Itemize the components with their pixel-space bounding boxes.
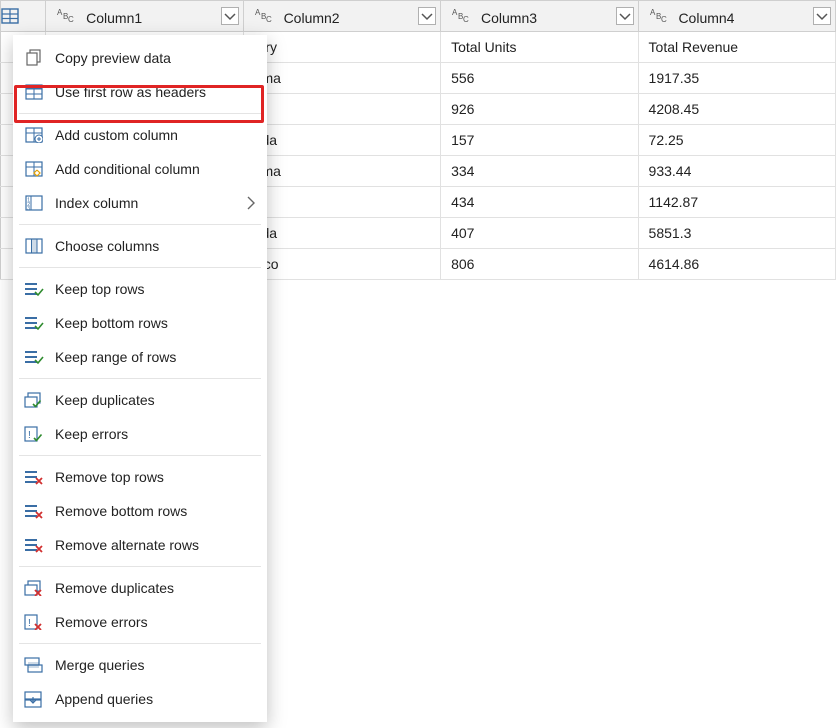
keep-duplicates-icon — [23, 392, 45, 408]
remove-rows-icon — [23, 469, 45, 485]
menu-remove-errors[interactable]: Remove errors — [13, 605, 267, 639]
filter-button[interactable] — [418, 7, 436, 25]
filter-button[interactable] — [221, 7, 239, 25]
cell[interactable]: 5851.3 — [638, 218, 835, 249]
custom-column-icon — [23, 127, 45, 143]
menu-add-conditional-column[interactable]: Add conditional column — [13, 152, 267, 186]
cell[interactable]: ama — [243, 156, 440, 187]
cell[interactable]: 806 — [441, 249, 638, 280]
cell[interactable]: ntry — [243, 32, 440, 63]
menu-separator — [19, 267, 261, 268]
cell[interactable]: ada — [243, 125, 440, 156]
table-context-menu: Copy preview data Use first row as heade… — [13, 35, 267, 722]
menu-remove-top-rows[interactable]: Remove top rows — [13, 460, 267, 494]
index-column-icon — [23, 195, 45, 211]
menu-add-custom-column[interactable]: Add custom column — [13, 118, 267, 152]
keep-rows-icon — [23, 315, 45, 331]
append-icon — [23, 691, 45, 708]
cell[interactable]: 556 — [441, 63, 638, 94]
cell[interactable]: 4208.45 — [638, 94, 835, 125]
cell[interactable]: A — [243, 94, 440, 125]
menu-separator — [19, 455, 261, 456]
cell[interactable]: 407 — [441, 218, 638, 249]
keep-rows-icon — [23, 349, 45, 365]
cell[interactable]: 933.44 — [638, 156, 835, 187]
column-header[interactable]: Column3 — [441, 1, 638, 32]
cell[interactable]: A — [243, 187, 440, 218]
menu-choose-columns[interactable]: Choose columns — [13, 229, 267, 263]
keep-rows-icon — [23, 281, 45, 297]
copy-icon — [23, 49, 45, 67]
merge-icon — [23, 657, 45, 673]
remove-duplicates-icon — [23, 580, 45, 596]
column-header[interactable]: Column2 — [243, 1, 440, 32]
menu-append-queries[interactable]: Append queries — [13, 682, 267, 716]
filter-button[interactable] — [813, 7, 831, 25]
menu-keep-errors[interactable]: Keep errors — [13, 417, 267, 451]
filter-button[interactable] — [616, 7, 634, 25]
cell[interactable]: 72.25 — [638, 125, 835, 156]
cell[interactable]: 926 — [441, 94, 638, 125]
choose-columns-icon — [23, 238, 45, 254]
type-icon — [447, 7, 475, 23]
column-label: Column1 — [84, 10, 168, 26]
keep-errors-icon — [23, 426, 45, 442]
menu-keep-bottom-rows[interactable]: Keep bottom rows — [13, 306, 267, 340]
column-label: Column4 — [676, 10, 760, 26]
type-icon — [645, 7, 673, 23]
type-icon — [250, 7, 278, 23]
cell[interactable]: 157 — [441, 125, 638, 156]
menu-remove-bottom-rows[interactable]: Remove bottom rows — [13, 494, 267, 528]
cell[interactable]: 434 — [441, 187, 638, 218]
cell[interactable]: 4614.86 — [638, 249, 835, 280]
remove-rows-icon — [23, 537, 45, 553]
menu-separator — [19, 378, 261, 379]
headers-icon — [23, 84, 45, 100]
menu-separator — [19, 566, 261, 567]
menu-keep-duplicates[interactable]: Keep duplicates — [13, 383, 267, 417]
menu-merge-queries[interactable]: Merge queries — [13, 648, 267, 682]
menu-remove-alternate-rows[interactable]: Remove alternate rows — [13, 528, 267, 562]
cell[interactable]: 1142.87 — [638, 187, 835, 218]
cell[interactable]: 334 — [441, 156, 638, 187]
menu-remove-duplicates[interactable]: Remove duplicates — [13, 571, 267, 605]
menu-index-column[interactable]: Index column — [13, 186, 267, 220]
menu-separator — [19, 113, 261, 114]
menu-keep-top-rows[interactable]: Keep top rows — [13, 272, 267, 306]
column-header[interactable]: Column1 — [46, 1, 243, 32]
type-icon — [52, 7, 80, 23]
remove-rows-icon — [23, 503, 45, 519]
cell[interactable]: 1917.35 — [638, 63, 835, 94]
cell[interactable]: Total Revenue — [638, 32, 835, 63]
chevron-right-icon — [245, 195, 257, 211]
column-label: Column3 — [479, 10, 563, 26]
cell[interactable]: ama — [243, 63, 440, 94]
cell[interactable]: xico — [243, 249, 440, 280]
menu-use-first-row-headers[interactable]: Use first row as headers — [13, 75, 267, 109]
menu-copy-preview[interactable]: Copy preview data — [13, 41, 267, 75]
menu-keep-range-rows[interactable]: Keep range of rows — [13, 340, 267, 374]
column-header[interactable]: Column4 — [638, 1, 835, 32]
column-label: Column2 — [282, 10, 366, 26]
conditional-column-icon — [23, 161, 45, 177]
remove-errors-icon — [23, 614, 45, 630]
cell[interactable]: Total Units — [441, 32, 638, 63]
menu-separator — [19, 643, 261, 644]
menu-separator — [19, 224, 261, 225]
table-menu-button[interactable] — [1, 1, 46, 32]
cell[interactable]: ada — [243, 218, 440, 249]
